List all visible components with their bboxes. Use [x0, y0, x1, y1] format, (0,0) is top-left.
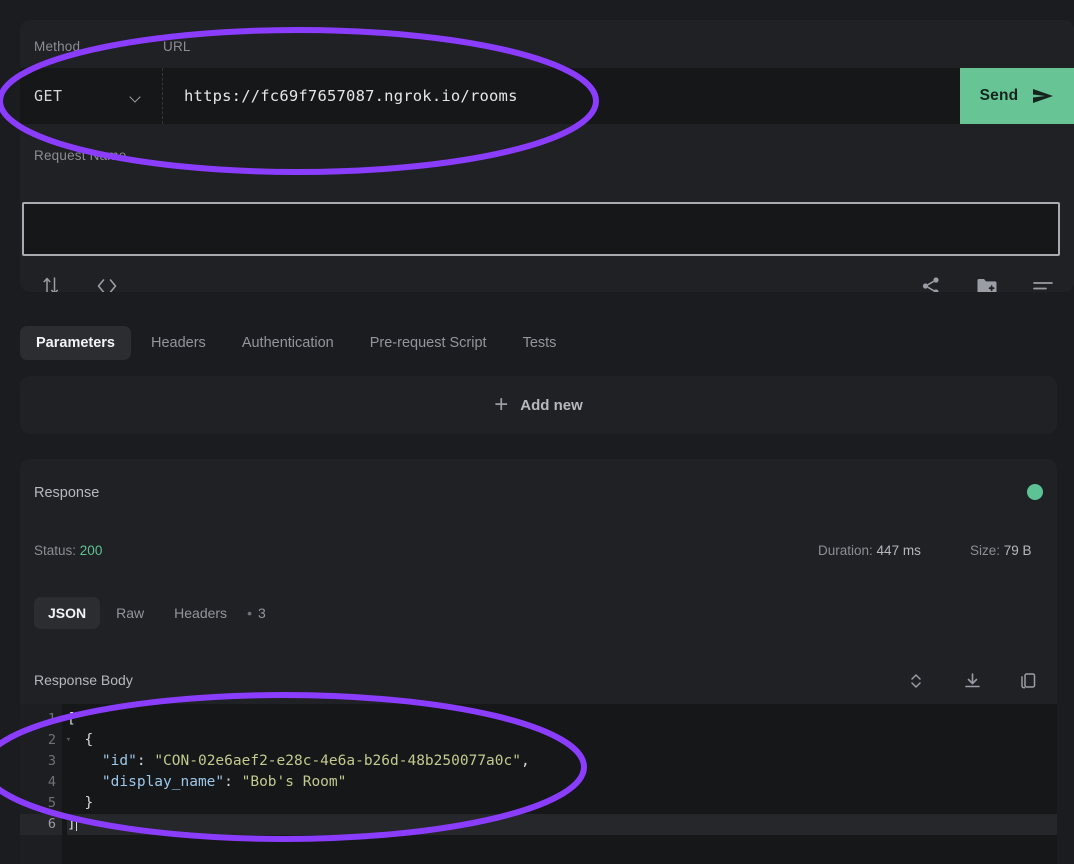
response-tabs: JSON Raw Headers • 3 — [34, 597, 272, 629]
response-tab-raw[interactable]: Raw — [102, 597, 158, 629]
code-line: ] — [67, 814, 1057, 835]
copy-icon[interactable] — [1011, 664, 1045, 698]
request-client-screen: Method URL GET Send Request Name — [0, 0, 1074, 864]
response-status-indicator — [1027, 484, 1043, 500]
request-toolbar — [20, 258, 1074, 292]
request-tabs: Parameters Headers Authentication Pre-re… — [20, 324, 1054, 362]
code-line: [ — [67, 709, 1057, 730]
response-body-title: Response Body — [34, 672, 133, 688]
line-number: 4 — [47, 774, 56, 790]
code-line: "display_name": "Bob's Room" — [67, 772, 1057, 793]
size-value: 79 B — [1003, 543, 1032, 558]
text-caret — [75, 816, 77, 831]
tab-headers[interactable]: Headers — [135, 326, 222, 360]
share-icon[interactable] — [914, 269, 948, 292]
line-number: 3 — [47, 753, 56, 769]
status-group: Status: 200 — [34, 543, 102, 558]
response-meta: Status: 200 Duration: 447 ms Size: 79 B — [20, 543, 1057, 565]
code-brackets-icon[interactable] — [90, 269, 124, 292]
response-tab-headers[interactable]: Headers — [160, 597, 241, 629]
method-label: Method — [34, 39, 81, 54]
token-punct: { — [67, 732, 94, 748]
token-str: "Bob's Room" — [241, 774, 347, 790]
tab-authentication[interactable]: Authentication — [226, 326, 350, 360]
token-punct: [ — [67, 711, 76, 727]
url-input[interactable] — [163, 68, 960, 124]
headers-count-badge: 3 — [257, 605, 266, 621]
expand-collapse-icon[interactable] — [899, 664, 933, 698]
duration-label: Duration: — [818, 543, 873, 558]
token-punct: } — [67, 795, 94, 811]
tab-separator-dot: • — [247, 605, 252, 621]
method-dropdown[interactable]: GET — [20, 68, 163, 124]
code-line: } — [67, 793, 1057, 814]
request-name-input[interactable] — [22, 202, 1060, 256]
line-number: 5 — [47, 795, 56, 811]
download-icon[interactable] — [955, 664, 989, 698]
response-body-code-viewer[interactable]: 1 ▾ 2 ▾ 3 4 5 6 [ { "id": "CON-02e6aef2-e28c-4e… — [20, 704, 1057, 864]
tab-parameters[interactable]: Parameters — [20, 326, 131, 360]
tab-tests[interactable]: Tests — [507, 326, 573, 360]
tab-pre-request-script[interactable]: Pre-request Script — [354, 326, 503, 360]
duration-group: Duration: 447 ms — [818, 543, 921, 558]
line-number: 1 ▾ — [20, 709, 71, 730]
code-line: { — [67, 730, 1057, 751]
chevron-down-icon — [131, 93, 142, 100]
send-button-label: Send — [979, 87, 1019, 104]
status-value: 200 — [79, 543, 103, 558]
token-key: "id" — [67, 753, 137, 769]
add-new-button[interactable]: + Add new — [20, 376, 1057, 434]
list-lines-icon[interactable] — [1026, 269, 1060, 292]
send-button[interactable]: Send — [960, 68, 1074, 124]
response-tab-json[interactable]: JSON — [34, 597, 101, 629]
line-number: 2 ▾ — [20, 730, 71, 751]
code-content[interactable]: [ { "id": "CON-02e6aef2-e28c-4e6a-b26d-4… — [62, 704, 1057, 864]
response-panel: Response Status: 200 Duration: 447 ms Si… — [20, 459, 1057, 864]
folder-plus-icon[interactable] — [970, 269, 1004, 292]
line-number: 6 — [20, 814, 62, 835]
status-label: Status: — [34, 543, 77, 558]
token-punct: : — [136, 753, 155, 769]
token-punct: : — [224, 774, 242, 790]
method-value: GET — [34, 87, 63, 105]
add-new-label: Add new — [520, 396, 583, 414]
send-arrow-icon — [1033, 89, 1054, 103]
request-panel: Method URL GET Send Request Name — [20, 20, 1074, 292]
token-punct: ] — [67, 816, 76, 832]
token-key: "display_name" — [67, 774, 225, 790]
token-str: "CON-02e6aef2-e28c-4e6a-b26d-48b250077a0… — [154, 753, 521, 769]
plus-icon: + — [494, 391, 509, 418]
url-label: URL — [163, 39, 191, 54]
response-body-header: Response Body — [20, 662, 1057, 704]
duration-value: 447 ms — [876, 543, 921, 558]
line-number-gutter: 1 ▾ 2 ▾ 3 4 5 6 — [20, 704, 71, 864]
code-line: "id": "CON-02e6aef2-e28c-4e6a-b26d-48b25… — [67, 751, 1057, 772]
url-bar: GET Send — [20, 68, 1074, 124]
size-label: Size: — [970, 543, 1001, 558]
sort-arrows-icon[interactable] — [34, 269, 68, 292]
response-title: Response — [34, 485, 100, 501]
request-name-label: Request Name — [34, 148, 127, 163]
size-group: Size: 79 B — [970, 543, 1032, 558]
token-punct: , — [520, 753, 530, 769]
